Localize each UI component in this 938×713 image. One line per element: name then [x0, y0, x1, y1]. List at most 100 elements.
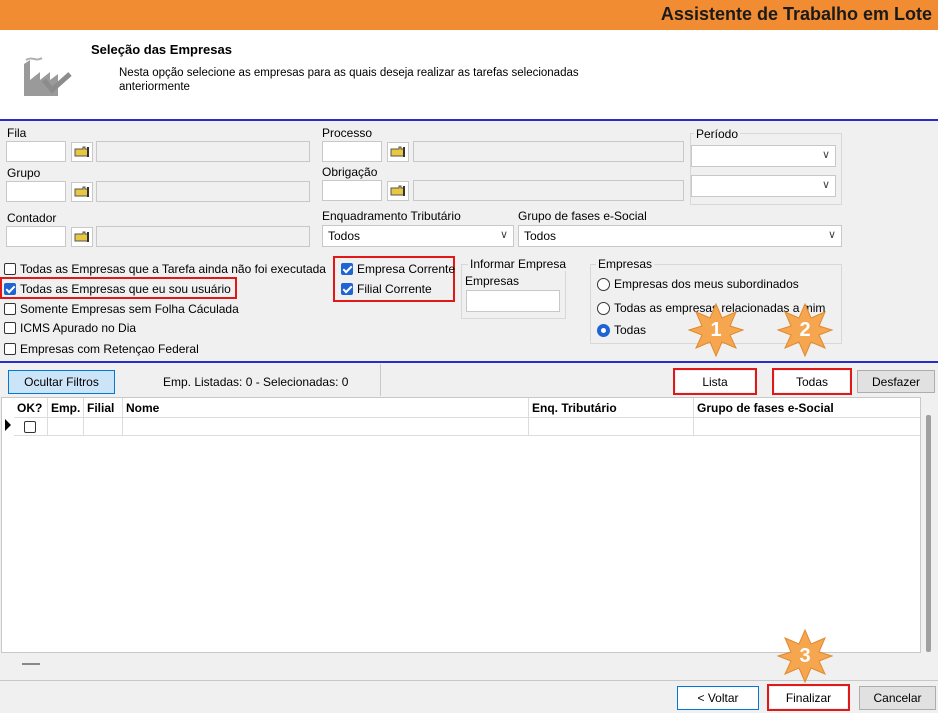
table-cell-enq[interactable] [529, 417, 694, 436]
wizard-header: Seleção das Empresas Nesta opção selecio… [0, 30, 938, 120]
column-header-nome[interactable]: Nome [123, 398, 529, 417]
factory-check-icon [24, 57, 72, 96]
checkbox-label: Filial Corrente [357, 282, 432, 296]
checkbox-box[interactable] [341, 263, 353, 275]
checkbox-box[interactable] [4, 263, 16, 275]
hand-pointer-icon [390, 146, 405, 157]
periodo-select-end[interactable]: ∨ [691, 175, 836, 197]
chevron-down-icon: ∨ [821, 149, 830, 161]
checkbox-box[interactable] [4, 283, 16, 295]
fila-input[interactable] [6, 141, 66, 162]
radio-button[interactable] [597, 323, 610, 337]
hand-pointer-icon [74, 146, 89, 157]
annotation-number: 1 [710, 318, 722, 341]
fila-label: Fila [7, 126, 27, 140]
radio-label: Empresas dos meus subordinados [614, 277, 799, 291]
fila-picker-button[interactable] [71, 142, 93, 162]
checkbox-filial-corrente[interactable]: Filial Corrente [341, 282, 432, 296]
contador-label: Contador [7, 211, 57, 225]
chevron-down-icon: ∨ [827, 229, 836, 241]
hand-pointer-icon [74, 186, 89, 197]
column-header-grupo-fases[interactable]: Grupo de fases e-Social [694, 398, 920, 417]
radio-button[interactable] [597, 277, 610, 291]
annotation-star-3: 3 [776, 628, 834, 684]
processo-input[interactable] [322, 141, 382, 162]
status-text: Emp. Listadas: 0 - Selecionadas: 0 [163, 375, 349, 389]
checkbox-icms-apurado[interactable]: ICMS Apurado no Dia [4, 321, 136, 335]
fila-description [96, 141, 310, 162]
checkbox-label: Empresa Corrente [357, 262, 456, 276]
column-header-enq-tributario[interactable]: Enq. Tributário [529, 398, 694, 417]
enquadramento-value: Todos [328, 229, 361, 243]
radio-todas[interactable]: Todas [597, 323, 646, 337]
checkbox-tarefa-nao-executada[interactable]: Todas as Empresas que a Tarefa ainda não… [4, 262, 326, 276]
radio-subordinados[interactable]: Empresas dos meus subordinados [597, 277, 799, 291]
periodo-label: Período [694, 127, 741, 141]
horizontal-scrollbar[interactable] [22, 663, 40, 665]
empresas-field-label: Empresas [465, 274, 520, 288]
checkbox-box[interactable] [4, 343, 16, 355]
annotation-number: 3 [799, 644, 811, 667]
header-divider [0, 119, 938, 121]
checkbox-label: Todas as Empresas que a Tarefa ainda não… [20, 262, 326, 276]
row-checkbox[interactable] [24, 421, 36, 433]
checkbox-sem-folha[interactable]: Somente Empresas sem Folha Cáculada [4, 302, 239, 316]
desfazer-button[interactable]: Desfazer [857, 370, 935, 393]
table-cell-nome[interactable] [123, 417, 529, 436]
title-bar: Assistente de Trabalho em Lote [0, 0, 938, 30]
processo-picker-button[interactable] [387, 142, 409, 162]
checkbox-box[interactable] [341, 283, 353, 295]
enquadramento-select[interactable]: Todos ∨ [322, 225, 514, 247]
radio-button[interactable] [597, 301, 610, 315]
empresas-input[interactable] [466, 290, 560, 312]
processo-description [413, 141, 684, 162]
column-header-ok[interactable]: OK? [14, 398, 48, 417]
voltar-button[interactable]: < Voltar [677, 686, 759, 710]
column-header-filial[interactable]: Filial [84, 398, 123, 417]
grupo-description [96, 181, 310, 202]
checkbox-label: Somente Empresas sem Folha Cáculada [20, 302, 239, 316]
hand-pointer-icon [390, 185, 405, 196]
table-cell-grupo[interactable] [694, 417, 920, 436]
annotation-number: 2 [799, 318, 811, 341]
checkbox-label: Todas as Empresas que eu sou usuário [20, 282, 231, 296]
checkbox-box[interactable] [4, 322, 16, 334]
grupo-label: Grupo [7, 166, 41, 180]
annotation-star-2: 2 [776, 302, 834, 358]
checkbox-box[interactable] [4, 303, 16, 315]
grupo-fases-label: Grupo de fases e-Social [518, 209, 647, 223]
grupo-fases-select[interactable]: Todos ∨ [518, 225, 842, 247]
column-header-emp[interactable]: Emp. [48, 398, 84, 417]
periodo-select-start[interactable]: ∨ [691, 145, 836, 167]
grupo-fases-value: Todos [524, 229, 557, 243]
row-pointer-icon [5, 419, 11, 431]
table-cell-emp[interactable] [48, 417, 84, 436]
radio-label: Todas [614, 323, 647, 337]
table-cell-filial[interactable] [84, 417, 123, 436]
contador-picker-button[interactable] [71, 227, 93, 247]
table-cell-ok[interactable] [14, 417, 48, 436]
lista-button[interactable]: Lista [676, 371, 754, 392]
empresas-group-title: Empresas [596, 257, 655, 271]
contador-input[interactable] [6, 226, 66, 247]
informar-empresa-label: Informar Empresa [468, 257, 569, 271]
checkbox-empresas-usuario[interactable]: Todas as Empresas que eu sou usuário [4, 282, 231, 296]
obrigacao-input[interactable] [322, 180, 382, 201]
ocultar-filtros-button[interactable]: Ocultar Filtros [8, 370, 115, 394]
vertical-scrollbar[interactable] [926, 415, 931, 652]
checkbox-retencao-federal[interactable]: Empresas com Retençao Federal [4, 342, 199, 356]
checkbox-label: ICMS Apurado no Dia [20, 321, 137, 335]
chevron-down-icon: ∨ [499, 229, 508, 241]
checkbox-empresa-corrente[interactable]: Empresa Corrente [341, 262, 455, 276]
hand-pointer-icon [74, 231, 89, 242]
checkbox-label: Empresas com Retençao Federal [20, 342, 199, 356]
annotation-star-1: 1 [687, 302, 745, 358]
cancelar-button[interactable]: Cancelar [859, 686, 936, 710]
todas-button[interactable]: Todas [775, 371, 849, 392]
finalizar-button[interactable]: Finalizar [770, 687, 847, 708]
grupo-picker-button[interactable] [71, 182, 93, 202]
filters-divider [0, 361, 938, 363]
obrigacao-picker-button[interactable] [387, 181, 409, 201]
grupo-input[interactable] [6, 181, 66, 202]
obrigacao-description [413, 180, 684, 201]
